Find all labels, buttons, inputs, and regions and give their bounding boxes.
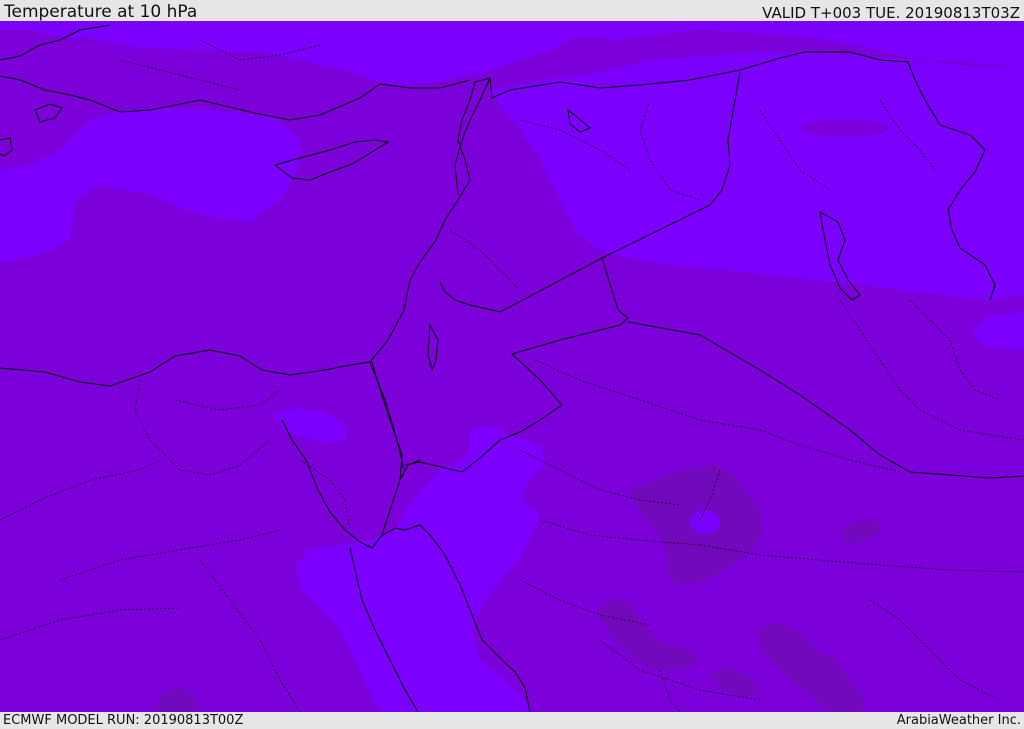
map-title: Temperature at 10 hPa bbox=[4, 2, 198, 22]
model-run-label: ECMWF MODEL RUN: 20190813T00Z bbox=[3, 713, 244, 728]
temperature-band-light-hole bbox=[690, 510, 720, 534]
header-bar: Temperature at 10 hPa VALID T+003 TUE. 2… bbox=[0, 0, 1024, 21]
valid-time: VALID T+003 TUE. 20190813T03Z bbox=[762, 4, 1020, 22]
temperature-band-dark-east-pocket bbox=[801, 119, 889, 137]
credit-label: ArabiaWeather Inc. bbox=[896, 713, 1021, 728]
weather-map[interactable] bbox=[0, 21, 1024, 712]
footer-bar: ECMWF MODEL RUN: 20190813T00Z ArabiaWeat… bbox=[0, 712, 1024, 729]
